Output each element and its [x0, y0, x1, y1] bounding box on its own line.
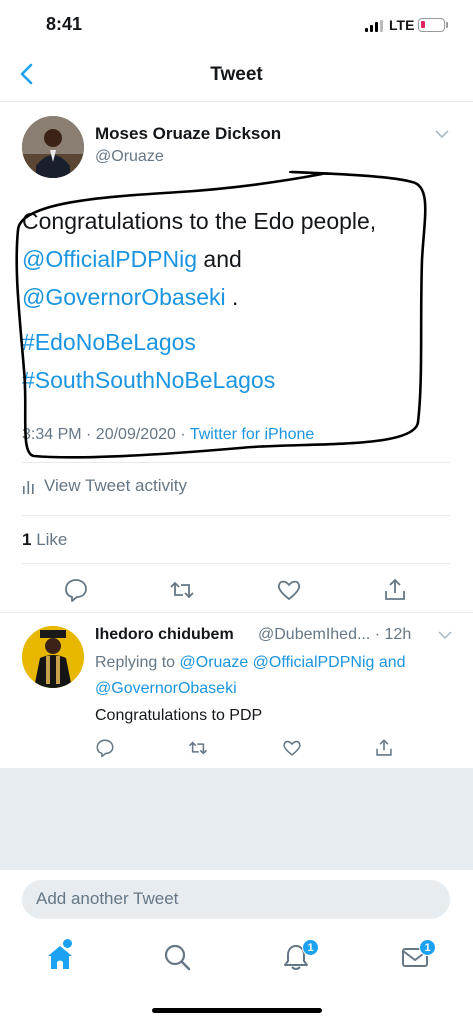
- reply-text: Congratulations to PDP: [95, 707, 263, 724]
- search-icon[interactable]: [162, 942, 192, 972]
- tweet-text: Congratulations to the Edo people, @Offi…: [22, 202, 442, 316]
- heart-icon[interactable]: [282, 738, 302, 758]
- replying-and: and: [374, 654, 406, 671]
- home-unread-dot: [63, 939, 72, 948]
- chevron-down-icon[interactable]: [438, 630, 452, 640]
- likes-count[interactable]: 1 Like: [22, 530, 67, 550]
- avatar[interactable]: [22, 116, 84, 178]
- divider: [0, 612, 473, 613]
- reply-author-name[interactable]: Ihedoro chidubem: [95, 626, 234, 644]
- likes-label: Like: [31, 530, 68, 549]
- tweet-meta: 3:34 PM · 20/09/2020 · Twitter for iPhon…: [22, 426, 314, 444]
- avatar[interactable]: [22, 626, 84, 688]
- empty-area: [0, 768, 473, 870]
- battery-icon: [418, 18, 445, 32]
- signal-icon: [365, 20, 383, 32]
- divider: [22, 515, 450, 516]
- chart-bars-icon: [23, 481, 34, 494]
- page-title: Tweet: [210, 64, 263, 85]
- share-icon[interactable]: [382, 577, 408, 603]
- reply-author-handle[interactable]: @DubemIhed... · 12h: [258, 626, 411, 644]
- compose-placeholder: Add another Tweet: [36, 889, 179, 908]
- author-handle[interactable]: @Oruaze: [95, 148, 164, 166]
- mention-link[interactable]: @GovernorObaseki: [22, 284, 226, 310]
- replying-to: Replying to @Oruaze @OfficialPDPNig and …: [95, 650, 455, 702]
- author-name[interactable]: Moses Oruaze Dickson: [95, 124, 281, 144]
- reply-icon[interactable]: [95, 738, 115, 758]
- replying-prefix: Replying to: [95, 654, 180, 671]
- tweet-text-period: .: [225, 284, 239, 310]
- hashtag-link[interactable]: #EdoNoBeLagos: [22, 323, 275, 361]
- retweet-icon[interactable]: [169, 577, 195, 603]
- mention-link[interactable]: @GovernorObaseki: [95, 680, 237, 697]
- hashtags: #EdoNoBeLagos #SouthSouthNoBeLagos: [22, 323, 275, 399]
- tweet-text-line: Congratulations to the Edo people,: [22, 208, 377, 234]
- heart-icon[interactable]: [276, 577, 302, 603]
- tweet-text-and: and: [197, 246, 242, 272]
- divider: [22, 462, 450, 463]
- messages-badge: 1: [419, 939, 436, 956]
- hashtag-link[interactable]: #SouthSouthNoBeLagos: [22, 361, 275, 399]
- status-time: 8:41: [46, 14, 83, 34]
- notifications-badge: 1: [302, 939, 319, 956]
- activity-label: View Tweet activity: [44, 476, 187, 495]
- divider: [22, 563, 450, 564]
- source-link[interactable]: Twitter for iPhone: [190, 426, 315, 443]
- mention-link[interactable]: @OfficialPDPNig: [22, 246, 197, 272]
- timestamp: 3:34 PM · 20/09/2020 ·: [22, 426, 190, 443]
- retweet-icon[interactable]: [188, 738, 208, 758]
- mention-link[interactable]: @Oruaze @OfficialPDPNig: [180, 654, 375, 671]
- share-icon[interactable]: [374, 738, 394, 758]
- view-activity-link[interactable]: View Tweet activity: [22, 476, 187, 496]
- reply-icon[interactable]: [63, 577, 89, 603]
- battery-cap: [446, 22, 448, 28]
- home-indicator: [152, 1008, 322, 1013]
- network-label: LTE: [389, 17, 415, 33]
- chevron-down-icon[interactable]: [434, 128, 450, 140]
